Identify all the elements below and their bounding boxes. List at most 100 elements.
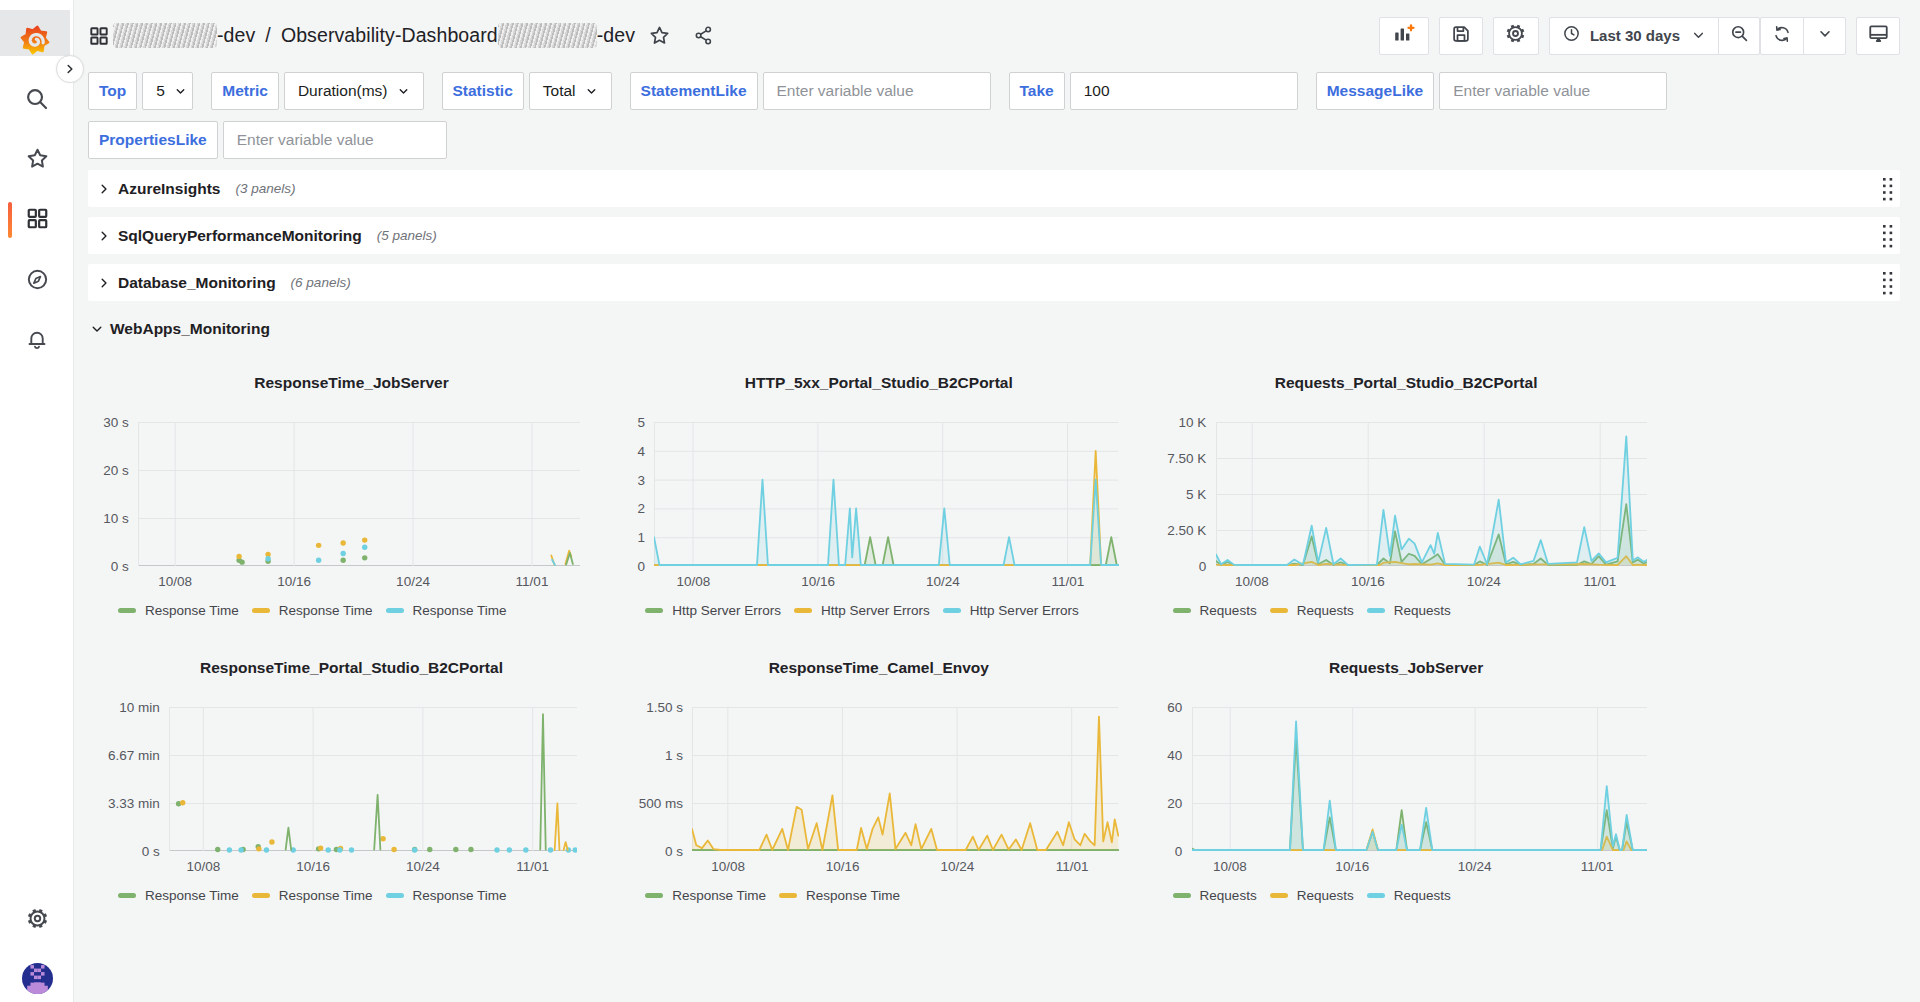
refresh-icon [1772,24,1792,48]
legend-swatch [794,608,812,613]
variable-messagelike-input[interactable] [1439,72,1667,110]
sidebar-item-alerting[interactable] [0,319,74,363]
x-axis-label: 10/16 [801,574,835,589]
tv-mode-button[interactable] [1856,17,1900,55]
row-webapps-monitoring[interactable]: WebApps_Monitoring [88,317,1900,341]
variable-metric-select[interactable]: Duration(ms) [284,72,424,110]
legend-label: Http Server Errors [970,603,1079,618]
legend-swatch [252,608,270,613]
x-axis-label: 10/24 [406,859,440,874]
variable-messagelike-label: MessageLike [1316,72,1435,110]
time-zoom-out-button[interactable] [1718,18,1759,54]
legend-item[interactable]: Http Server Errors [794,603,930,618]
plot-area[interactable] [692,707,1118,854]
variables-row-1: Top 5 Metric Duration(ms) Statistic Tota… [74,72,1920,110]
y-axis-label: 6.67 min [108,748,160,763]
panel-ResponseTime_Portal_Studio_B2CPortal: ResponseTime_Portal_Studio_B2CPortal0 s3… [88,650,615,912]
sidebar-item-settings[interactable] [0,898,74,942]
chevron-down-icon [1691,28,1706,43]
legend-item[interactable]: Requests [1367,603,1451,618]
add-panel-button[interactable] [1379,17,1429,55]
legend-item[interactable]: Response Time [386,888,507,903]
breadcrumb-dashboard-suffix[interactable]: -dev [597,24,635,47]
variable-statistic: Statistic Total [442,72,612,110]
legend-label: Requests [1297,888,1354,903]
legend-label: Response Time [672,888,766,903]
panel-title[interactable]: ResponseTime_Camel_Envoy [615,659,1142,677]
x-axis-label: 10/08 [1235,574,1269,589]
legend-item[interactable]: Response Time [118,603,239,618]
legend-item[interactable]: Response Time [386,603,507,618]
sidebar-expand-button[interactable] [56,55,84,83]
row-drag-handle[interactable] [1881,270,1895,296]
grafana-logo[interactable] [0,10,70,56]
save-dashboard-button[interactable] [1439,17,1483,55]
row-drag-handle[interactable] [1881,176,1895,202]
legend-item[interactable]: Response Time [779,888,900,903]
legend-swatch [1270,893,1288,898]
gear-icon [25,906,50,935]
panel-title[interactable]: Requests_JobServer [1143,659,1670,677]
sidebar-item-dashboards[interactable] [0,198,74,242]
legend-item[interactable]: Response Time [252,603,373,618]
plot-area[interactable] [1216,422,1647,569]
legend-item[interactable]: Requests [1173,888,1257,903]
breadcrumb-dashboard-name[interactable]: Observability-Dashboard [281,24,498,47]
variable-statistic-select[interactable]: Total [529,72,612,110]
row-title[interactable]: WebApps_Monitoring [110,320,270,338]
dashboard-settings-button[interactable] [1493,17,1539,55]
sidebar-item-search[interactable] [0,79,74,123]
legend-label: Http Server Errors [672,603,781,618]
legend-swatch [386,608,404,613]
legend-label: Response Time [413,603,507,618]
plot-area[interactable] [169,707,577,854]
row-azureinsights[interactable]: AzureInsights (3 panels) [88,170,1900,207]
share-dashboard-button[interactable] [693,25,714,46]
star-dashboard-button[interactable] [648,24,671,47]
refresh-button[interactable] [1761,18,1803,54]
row-drag-handle[interactable] [1881,223,1895,249]
panel-title[interactable]: ResponseTime_Portal_Studio_B2CPortal [88,659,615,677]
legend-item[interactable]: Response Time [118,888,239,903]
variable-propertieslike: PropertiesLike [88,121,447,159]
sidebar-item-explore[interactable] [0,259,74,303]
panel-legend: Http Server Errors Http Server Errors Http… [645,603,1142,618]
breadcrumb-folder-suffix[interactable]: -dev [217,24,255,47]
refresh-interval-button[interactable] [1803,18,1845,54]
panel-title[interactable]: HTTP_5xx_Portal_Studio_B2CPortal [615,374,1142,392]
chevron-right-icon [97,182,111,196]
chevron-down-icon [397,85,410,98]
row-title[interactable]: SqlQueryPerformanceMonitoring [118,227,362,245]
legend-item[interactable]: Requests [1367,888,1451,903]
save-icon [1450,23,1472,49]
panel-legend: Response Time Response Time Response Time [118,603,615,618]
legend-item[interactable]: Requests [1270,603,1354,618]
panel-title[interactable]: ResponseTime_JobServer [88,374,615,392]
y-axis-label: 30 s [103,415,129,430]
legend-item[interactable]: Requests [1173,603,1257,618]
row-database-monitoring[interactable]: Database_Monitoring (6 panels) [88,264,1900,301]
sidebar-item-starred[interactable] [0,138,74,182]
y-axis-label: 5 K [1186,487,1206,502]
panel-title[interactable]: Requests_Portal_Studio_B2CPortal [1143,374,1670,392]
row-title[interactable]: Database_Monitoring [118,274,276,292]
plot-area[interactable] [1192,707,1647,854]
variable-take-input[interactable] [1070,72,1298,110]
sidebar-item-profile[interactable] [0,958,74,1002]
plot-area[interactable] [138,422,580,569]
y-axis-label: 2 [637,501,645,516]
variable-top-select[interactable]: 5 [142,72,193,110]
legend-item[interactable]: Http Server Errors [943,603,1079,618]
plot-area[interactable] [654,422,1118,569]
legend-item[interactable]: Response Time [645,888,766,903]
variable-propertieslike-input[interactable] [223,121,447,159]
x-axis-label: 10/16 [1335,859,1369,874]
legend-item[interactable]: Requests [1270,888,1354,903]
row-title[interactable]: AzureInsights [118,180,220,198]
time-picker-button[interactable]: Last 30 days [1550,18,1718,54]
variable-statementlike-input[interactable] [763,72,991,110]
legend-swatch [118,608,136,613]
legend-item[interactable]: Http Server Errors [645,603,781,618]
legend-item[interactable]: Response Time [252,888,373,903]
row-sqlqueryperformancemonitoring[interactable]: SqlQueryPerformanceMonitoring (5 panels) [88,217,1900,254]
